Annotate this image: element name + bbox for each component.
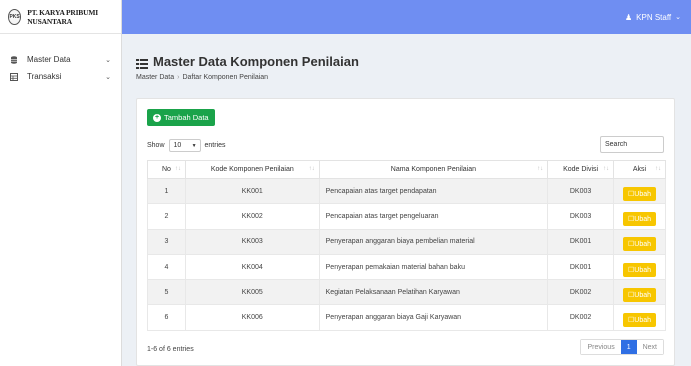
show-label: Show [147, 142, 165, 149]
user-menu[interactable]: ♟ KPN Staff ⌄ [625, 0, 681, 34]
edit-button[interactable]: ☐Ubah [623, 287, 657, 302]
cell-kode: KK004 [184, 253, 320, 281]
sidebar-item-label: Transaksi [27, 72, 62, 81]
entries-select[interactable]: 10 ▼ [168, 139, 201, 152]
cell-nama: Pencapaian atas target pendapatan [318, 177, 549, 205]
cell-kode: KK001 [184, 177, 320, 205]
data-card: + Tambah Data Show 10 ▼ entries No↑↓ Kod… [136, 98, 675, 366]
column-header-divisi[interactable]: Kode Divisi ↑↓ [547, 160, 615, 179]
cell-no: 2 [147, 203, 186, 230]
user-name: KPN Staff [636, 12, 672, 22]
sidebar-menu: Master Data ⌄ Transaksi ⌄ [0, 34, 121, 85]
cell-divisi: DK001 [547, 228, 615, 255]
table-icon [10, 72, 18, 81]
cell-nama: Pencapaian atas target pengeluaran [318, 203, 549, 230]
cell-divisi: DK003 [547, 177, 615, 205]
cell-aksi: ☐Ubah [613, 304, 666, 331]
edit-button[interactable]: ☐Ubah [623, 237, 657, 252]
cell-kode: KK002 [184, 203, 320, 230]
add-data-button[interactable]: + Tambah Data [147, 109, 215, 126]
column-header-nama[interactable]: Nama Komponen Penilaian ↑↓ [318, 160, 549, 179]
sidebar-item-label: Master Data [27, 55, 71, 64]
edit-button[interactable]: ☐Ubah [623, 186, 657, 201]
previous-page-button[interactable]: Previous [581, 340, 621, 354]
cell-divisi: DK003 [547, 203, 615, 230]
cell-kode: KK005 [184, 279, 320, 306]
sort-icon: ↑↓ [174, 166, 181, 172]
search-input[interactable] [600, 136, 664, 153]
brand[interactable]: PKS PT. KARYA PRIBUMI NUSANTARA [0, 0, 121, 34]
entries-length: Show 10 ▼ entries [147, 139, 226, 152]
breadcrumb-item[interactable]: Master Data [136, 74, 174, 81]
cell-no: 4 [147, 253, 186, 281]
entries-select-value: 10 [173, 142, 182, 149]
table-row: 1 KK001 Pencapaian atas target pendapata… [147, 177, 666, 205]
sort-icon: ↑↓ [308, 166, 315, 172]
edit-button[interactable]: ☐Ubah [623, 211, 657, 226]
page-button-1[interactable]: 1 [620, 340, 637, 354]
data-table: No ↑↓ Kode Komponen Penilaian ↑↓ Nama Komp… [147, 160, 666, 331]
page-title: Master Data Komponen Penilaian [136, 54, 359, 69]
cell-no: 1 [147, 177, 186, 205]
cell-no: 6 [147, 304, 186, 331]
cell-no: 3 [147, 228, 186, 255]
sidebar-item-master-data[interactable]: Master Data ⌄ [0, 51, 121, 68]
cell-divisi: DK001 [547, 253, 615, 281]
column-header-aksi[interactable]: Aksi ↑↓ [613, 160, 666, 179]
cell-aksi: ☐Ubah [613, 253, 666, 281]
entries-info: 1-6 of 6 entries [147, 346, 194, 353]
table-row: 6 KK006 Penyerapan anggaran biaya Gaji K… [147, 304, 666, 331]
cell-aksi: ☐Ubah [613, 203, 666, 230]
breadcrumb-item: Daftar Komponen Penilaian [182, 74, 269, 81]
database-icon [10, 55, 18, 64]
sidebar-item-transaksi[interactable]: Transaksi ⌄ [0, 68, 121, 85]
main-content: Master Data Komponen Penilaian Master Da… [122, 34, 691, 366]
company-name: PT. KARYA PRIBUMI NUSANTARA [27, 7, 98, 26]
add-data-label: Tambah Data [164, 113, 209, 122]
sidebar: PKS PT. KARYA PRIBUMI NUSANTARA Master D… [0, 0, 122, 366]
cell-nama: Penyerapan anggaran biaya Gaji Karyawan [318, 304, 549, 331]
chevron-down-icon: ⌄ [105, 73, 111, 81]
sort-icon: ↑↓ [603, 166, 610, 172]
chevron-down-icon: ⌄ [675, 14, 681, 21]
column-header-kode[interactable]: Kode Komponen Penilaian ↑↓ [184, 160, 320, 179]
edit-button[interactable]: ☐Ubah [623, 262, 657, 277]
topbar: ♟ KPN Staff ⌄ [122, 0, 691, 34]
cell-aksi: ☐Ubah [613, 228, 666, 255]
sort-icon: ↑↓ [537, 166, 544, 172]
table-row: 2 KK002 Pencapaian atas target pengeluar… [147, 203, 666, 230]
user-icon: ♟ [624, 12, 633, 22]
cell-kode: KK003 [184, 228, 320, 255]
cell-divisi: DK002 [547, 304, 615, 331]
plus-icon: + [153, 113, 161, 122]
edit-button[interactable]: ☐Ubah [623, 313, 657, 328]
table-row: 5 KK005 Kegiatan Pelaksanaan Pelatihan K… [147, 279, 666, 306]
cell-no: 5 [147, 279, 186, 306]
cell-aksi: ☐Ubah [613, 177, 666, 205]
page-title-text: Master Data Komponen Penilaian [153, 54, 359, 69]
company-logo: PKS [8, 8, 22, 25]
table-row: 3 KK003 Penyerapan anggaran biaya pembel… [147, 228, 666, 255]
column-header-no[interactable]: No ↑↓ [147, 160, 186, 179]
pagination: Previous 1 Next [580, 339, 664, 355]
list-icon [136, 57, 148, 69]
entries-label: entries [204, 142, 226, 149]
breadcrumb: Master Data › Daftar Komponen Penilaian [136, 74, 268, 81]
cell-nama: Penyerapan pemakaian material bahan baku [318, 253, 549, 281]
cell-nama: Kegiatan Pelaksanaan Pelatihan Karyawan [318, 279, 549, 306]
caret-down-icon: ▼ [191, 142, 197, 149]
sort-icon: ↑↓ [655, 166, 661, 172]
cell-kode: KK006 [184, 304, 320, 331]
table-header-row: No ↑↓ Kode Komponen Penilaian ↑↓ Nama Komp… [147, 160, 666, 179]
cell-aksi: ☐Ubah [613, 279, 666, 306]
next-page-button[interactable]: Next [636, 340, 663, 354]
cell-divisi: DK002 [547, 279, 615, 306]
table-row: 4 KK004 Penyerapan pemakaian material ba… [147, 253, 666, 281]
chevron-down-icon: ⌄ [105, 56, 111, 64]
cell-nama: Penyerapan anggaran biaya pembelian mate… [318, 228, 549, 255]
